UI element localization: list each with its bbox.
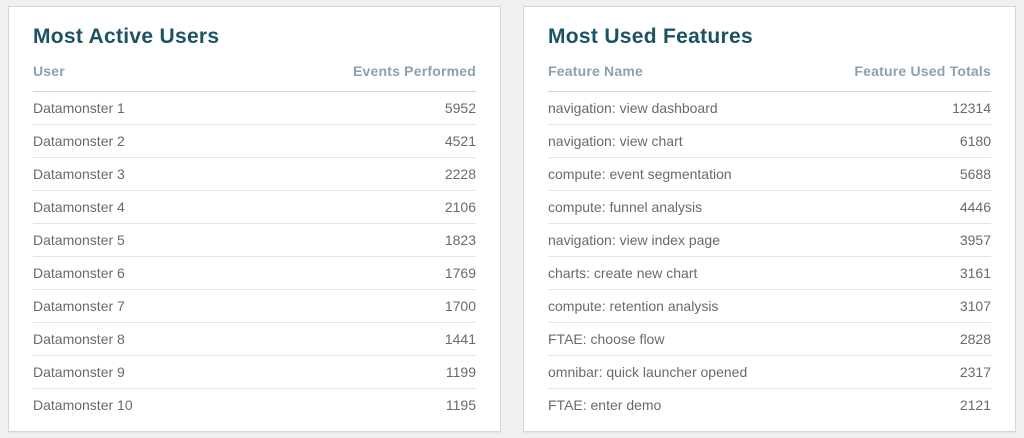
- most-used-features-table: Feature Name Feature Used Totals navigat…: [548, 57, 991, 422]
- table-row: charts: create new chart 3161: [548, 256, 991, 290]
- table-row: Datamonster 10 1195: [33, 389, 476, 422]
- row-label: Datamonster 4: [33, 190, 255, 224]
- row-label: Datamonster 3: [33, 157, 255, 191]
- table-header-row: Feature Name Feature Used Totals: [548, 57, 991, 92]
- row-value: 1769: [254, 256, 476, 290]
- row-value: 3957: [769, 223, 991, 257]
- row-label: Datamonster 8: [33, 322, 255, 356]
- row-label: Datamonster 10: [33, 397, 133, 414]
- row-value: 3107: [769, 289, 991, 323]
- column-header-user: User: [33, 57, 255, 92]
- row-label: Datamonster 7: [33, 289, 255, 323]
- row-value: 2828: [769, 322, 991, 356]
- row-label: Datamonster 9: [33, 355, 255, 389]
- table-row: compute: funnel analysis 4446: [548, 190, 991, 224]
- table-header-row: User Events Performed: [33, 57, 476, 92]
- table-row: Datamonster 9 1199: [33, 355, 476, 389]
- row-value: 1823: [254, 223, 476, 257]
- row-label: navigation: view chart: [548, 124, 770, 158]
- row-value: 1195: [445, 397, 476, 414]
- row-label: Datamonster 1: [33, 91, 255, 125]
- row-value: 1441: [254, 322, 476, 356]
- row-value: 2106: [254, 190, 476, 224]
- column-header-feature-name: Feature Name: [548, 57, 770, 92]
- row-label: compute: event segmentation: [548, 157, 770, 191]
- table-row: FTAE: choose flow 2828: [548, 322, 991, 356]
- row-value: 5688: [769, 157, 991, 191]
- row-label: omnibar: quick launcher opened: [548, 355, 770, 389]
- row-value: 2317: [769, 355, 991, 389]
- row-value: 3161: [769, 256, 991, 290]
- table-row: FTAE: enter demo 2121: [548, 389, 991, 422]
- column-header-feature-used-totals: Feature Used Totals: [769, 57, 991, 92]
- table-row: Datamonster 4 2106: [33, 190, 476, 224]
- row-label: FTAE: enter demo: [548, 397, 662, 414]
- row-label: charts: create new chart: [548, 256, 770, 290]
- panel-most-used-features: Most Used Features Feature Name Feature …: [523, 6, 1016, 432]
- table-row: navigation: view index page 3957: [548, 223, 991, 257]
- table-row: Datamonster 2 4521: [33, 124, 476, 158]
- row-label: compute: retention analysis: [548, 289, 770, 323]
- table-body: Datamonster 1 5952 Datamonster 2 4521 Datamo…: [33, 91, 476, 422]
- most-active-users-table: User Events Performed Datamonster 1 5952 D…: [33, 57, 476, 422]
- row-label: navigation: view index page: [548, 223, 770, 257]
- table-row: compute: event segmentation 5688: [548, 157, 991, 191]
- dashboard: Most Active Users User Events Performed …: [0, 0, 1024, 438]
- row-value: 12314: [769, 91, 991, 125]
- row-label: Datamonster 2: [33, 124, 255, 158]
- row-label: navigation: view dashboard: [548, 91, 770, 125]
- panel-title-most-active-users: Most Active Users: [33, 25, 220, 48]
- row-value: 6180: [769, 124, 991, 158]
- row-value: 1700: [254, 289, 476, 323]
- row-label: Datamonster 5: [33, 223, 255, 257]
- row-value: 5952: [254, 91, 476, 125]
- table-row: Datamonster 7 1700: [33, 289, 476, 323]
- row-value: 4446: [769, 190, 991, 224]
- table-row: Datamonster 8 1441: [33, 322, 476, 356]
- table-row: omnibar: quick launcher opened 2317: [548, 355, 991, 389]
- row-label: FTAE: choose flow: [548, 322, 770, 356]
- column-header-events-performed: Events Performed: [254, 57, 476, 92]
- table-row: navigation: view dashboard 12314: [548, 91, 991, 125]
- row-label: Datamonster 6: [33, 256, 255, 290]
- table-row: Datamonster 1 5952: [33, 91, 476, 125]
- row-value: 1199: [254, 355, 476, 389]
- table-row: Datamonster 6 1769: [33, 256, 476, 290]
- panel-title-most-used-features: Most Used Features: [548, 25, 753, 48]
- table-row: Datamonster 5 1823: [33, 223, 476, 257]
- table-row: compute: retention analysis 3107: [548, 289, 991, 323]
- row-value: 2228: [254, 157, 476, 191]
- panel-most-active-users: Most Active Users User Events Performed …: [8, 6, 501, 432]
- row-value: 4521: [254, 124, 476, 158]
- table-body: navigation: view dashboard 12314 navigatio…: [548, 91, 991, 422]
- table-row: navigation: view chart 6180: [548, 124, 991, 158]
- row-label: compute: funnel analysis: [548, 190, 770, 224]
- row-value: 2121: [959, 397, 991, 414]
- table-row: Datamonster 3 2228: [33, 157, 476, 191]
